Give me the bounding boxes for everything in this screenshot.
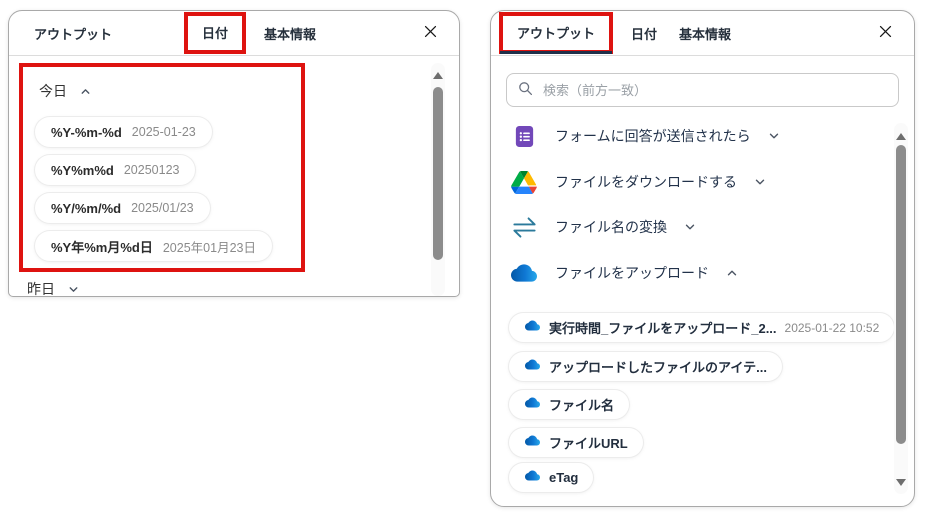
tab-date[interactable]: 日付 [631,24,657,43]
chevron-down-icon[interactable] [67,283,80,296]
search-field[interactable] [506,73,899,107]
right-scrollbar-thumb[interactable] [896,145,906,444]
accordion-label: フォームに回答が送信されたら [555,128,751,144]
google-forms-icon [509,124,539,149]
accordion-drive-trigger[interactable]: ファイルをダウンロードする [509,167,767,197]
tab-basic-info[interactable]: 基本情報 [264,24,316,43]
date-format-pill[interactable]: %Y年%m月%d日 2025年01月23日 [35,231,272,261]
close-icon [422,23,439,43]
date-format-pill[interactable]: %Y%m%d 20250123 [35,155,196,185]
accordion-convert-trigger[interactable]: ファイル名の変換 [509,212,697,242]
annotation-box-output-tab: アウトプット [499,12,614,54]
output-pill-label: アップロードしたファイルのアイテ... [549,360,767,375]
left-scrollbar[interactable] [431,63,445,296]
section-yesterday-label: 昨日 [27,281,55,297]
cloud-icon [524,433,541,453]
annotation-box-date-tab: 日付 [184,12,247,54]
format-label: %Y-%m-%d [51,124,122,140]
format-label: %Y%m%d [51,162,114,178]
output-pill-label: ファイル名 [549,398,615,413]
cloud-icon [524,395,541,415]
section-today-label: 今日 [39,83,67,99]
accordion-forms-trigger[interactable]: フォームに回答が送信されたら [509,121,781,151]
output-pill[interactable]: ファイルURL [509,428,643,457]
scroll-up-icon[interactable] [896,133,906,140]
chevron-up-icon[interactable] [79,85,92,98]
google-drive-icon [509,170,539,194]
tab-date[interactable]: 日付 [202,26,228,41]
format-label: %Y/%m/%d [51,200,122,216]
chevron-down-icon[interactable] [753,175,767,189]
tab-basic-info[interactable]: 基本情報 [679,24,731,43]
right-scrollbar[interactable] [894,123,908,494]
close-button[interactable] [873,19,898,47]
accordion-label: ファイルをダウンロードする [555,174,737,190]
accordion-upload-trigger[interactable]: ファイルをアップロード [509,258,739,288]
date-format-list: %Y-%m-%d 2025-01-23 %Y%m%d 20250123 %Y/%… [35,117,301,261]
format-value: 2025年01月23日 [162,240,256,255]
section-today[interactable]: 今日 [39,81,301,101]
annotation-box-today-section: 今日 %Y-%m-%d 2025-01-23 %Y%m%d 20250123 %… [19,63,305,272]
output-pill-value: 2025-01-22 10:52 [784,320,880,335]
chevron-down-icon[interactable] [767,129,781,143]
tab-output[interactable]: アウトプット [517,26,595,41]
date-format-pill[interactable]: %Y/%m/%d 2025/01/23 [35,193,210,223]
format-label: %Y年%m月%d日 [51,239,153,255]
output-pill[interactable]: ファイル名 [509,390,630,419]
date-output-dialog: アウトプット 日付 基本情報 今日 %Y-%m-%d 2025-01-23 %Y… [8,10,460,297]
scroll-down-icon[interactable] [896,479,906,486]
scroll-up-icon[interactable] [433,72,443,79]
chevron-up-icon[interactable] [725,266,739,280]
close-icon [877,23,894,43]
format-value: 20250123 [123,163,180,177]
close-button[interactable] [418,19,443,47]
format-value: 2025/01/23 [131,201,194,215]
accordion-label: ファイル名の変換 [555,219,667,235]
search-icon [517,80,533,101]
section-yesterday[interactable]: 昨日 [27,279,80,297]
onedrive-icon [509,260,539,286]
left-tab-bar: アウトプット 日付 基本情報 [9,11,459,56]
cloud-icon [524,318,541,338]
tab-output[interactable]: アウトプット [34,24,112,43]
output-dialog: アウトプット 日付 基本情報 フォームに回答が送信されたら [490,10,915,507]
cloud-icon [524,357,541,377]
transfer-arrows-icon [509,214,539,241]
output-pill[interactable]: 実行時間_ファイルをアップロード_2... 2025-01-22 10:52 [509,313,895,342]
output-pill[interactable]: eTag [509,463,594,492]
accordion-label: ファイルをアップロード [555,265,709,281]
chevron-down-icon[interactable] [683,220,697,234]
cloud-icon [524,468,541,488]
format-value: 2025-01-23 [131,125,196,139]
right-tab-bar: アウトプット 日付 基本情報 [491,11,914,56]
left-scrollbar-thumb[interactable] [433,87,443,260]
date-format-pill[interactable]: %Y-%m-%d 2025-01-23 [35,117,212,147]
output-pill-label: ファイルURL [549,436,628,451]
search-input[interactable] [541,81,888,99]
output-pill-label: 実行時間_ファイルをアップロード_2... [549,321,777,336]
output-pill[interactable]: アップロードしたファイルのアイテ... [509,352,782,381]
output-pill-label: eTag [549,470,579,485]
